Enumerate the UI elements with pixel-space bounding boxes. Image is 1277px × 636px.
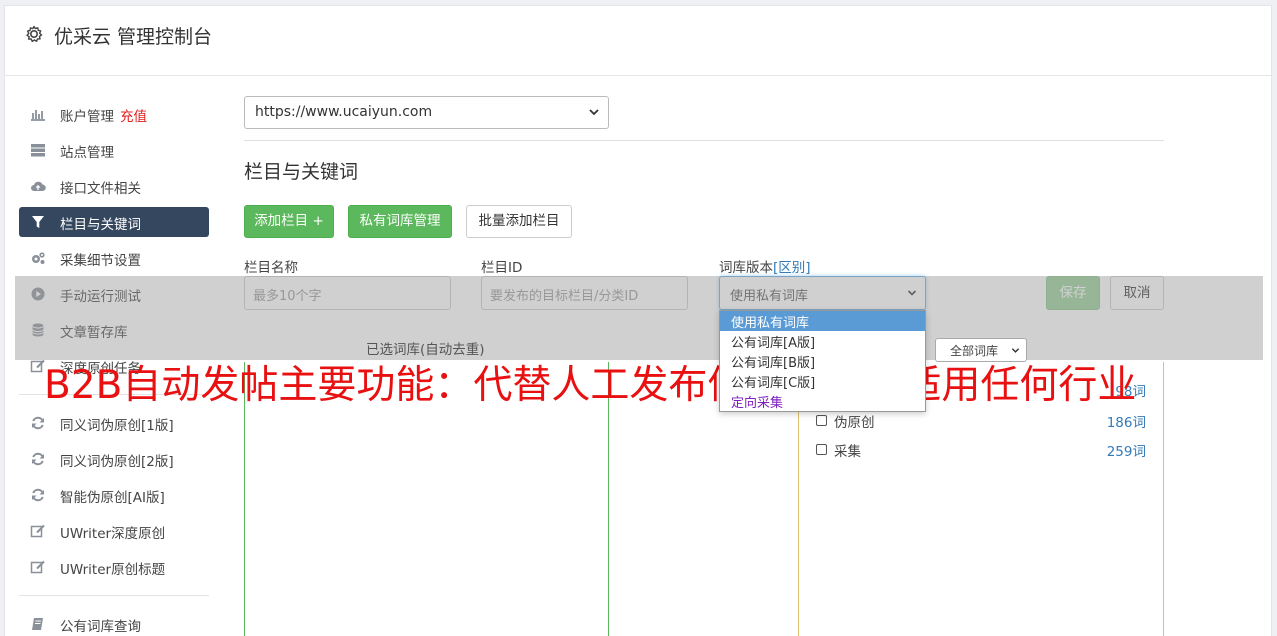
sidebar-item-label: 账户管理 xyxy=(60,109,114,125)
lib-version-label-text: 词库版本 xyxy=(719,260,773,276)
sidebar-item-synonym-v2[interactable]: 同义词伪原创[2版] xyxy=(19,444,209,474)
sidebar-item-label: 同义词伪原创[2版] xyxy=(60,454,174,470)
bar-chart-icon xyxy=(31,110,45,121)
gray-overlay-band xyxy=(15,276,1263,360)
lib-checkbox[interactable] xyxy=(816,415,827,426)
sidebar-item-uwriter-title[interactable]: UWriter原创标题 xyxy=(19,552,209,582)
sidebar-item-columns[interactable]: 栏目与关键词 xyxy=(19,207,209,237)
list-item[interactable]: 采集 259词 xyxy=(816,440,1146,460)
gear-icon xyxy=(26,25,43,43)
sidebar-item-ai-rewrite[interactable]: 智能伪原创[AI版] xyxy=(19,480,209,510)
sidebar-item-account[interactable]: 账户管理 充值 xyxy=(19,99,209,129)
divider xyxy=(244,140,1164,141)
edit-icon xyxy=(30,524,45,538)
sidebar-item-label: UWriter深度原创 xyxy=(60,526,166,542)
add-column-button[interactable]: 添加栏目 + xyxy=(244,205,334,238)
list-item[interactable]: 伪原创 186词 xyxy=(816,411,1146,431)
header: 优采云 管理控制台 xyxy=(5,6,1271,76)
refresh-icon xyxy=(32,416,44,430)
sidebar-item-label: 栏目与关键词 xyxy=(60,217,141,233)
dropdown-option[interactable]: 定向采集 xyxy=(720,391,925,411)
lib-version-label: 词库版本[区别] xyxy=(719,256,811,276)
sidebar-item-label: 公有词库查询 xyxy=(60,619,141,635)
edit-icon xyxy=(30,560,45,574)
sidebar-item-label: 智能伪原创[AI版] xyxy=(60,490,165,506)
sidebar-item-label: 采集细节设置 xyxy=(60,253,141,269)
sidebar-item-public-lib[interactable]: 公有词库查询 xyxy=(19,609,209,636)
dropdown-option[interactable]: 公有词库[A版] xyxy=(720,331,925,351)
dropdown-option[interactable]: 公有词库[C版] xyxy=(720,371,925,391)
dropdown-option[interactable]: 公有词库[B版] xyxy=(720,351,925,371)
column-name-label: 栏目名称 xyxy=(244,260,298,276)
sidebar-item-label: UWriter原创标题 xyxy=(60,562,166,578)
site-select[interactable]: https://www.ucaiyun.com xyxy=(244,96,609,129)
sidebar-item-synonym-v1[interactable]: 同义词伪原创[1版] xyxy=(19,408,209,438)
book-icon xyxy=(32,618,43,630)
dropdown-option[interactable]: 使用私有词库 xyxy=(720,311,925,331)
column-id-label: 栏目ID xyxy=(481,260,523,276)
lib-name: 采集 xyxy=(834,444,861,460)
site-select-value: https://www.ucaiyun.com xyxy=(255,104,433,120)
filter-icon xyxy=(32,216,44,228)
sidebar-item-collect-settings[interactable]: 采集细节设置 xyxy=(19,243,209,273)
cloud-upload-icon xyxy=(31,181,46,191)
section-title: 栏目与关键词 xyxy=(244,161,359,183)
recharge-link[interactable]: 充值 xyxy=(120,109,147,125)
sidebar-item-label: 接口文件相关 xyxy=(60,181,141,197)
promo-banner-text: B2B自动发帖主要功能：代替人工发布信息，站，适用任何行业 xyxy=(44,363,1137,408)
page-title: 优采云 管理控制台 xyxy=(54,26,213,48)
sidebar-item-uwriter-deep[interactable]: UWriter深度原创 xyxy=(19,516,209,546)
cogs-icon xyxy=(32,252,45,264)
sidebar-item-sites[interactable]: 站点管理 xyxy=(19,135,209,165)
lib-count: 186词 xyxy=(1106,415,1146,431)
sidebar-divider xyxy=(19,595,209,596)
server-icon xyxy=(31,144,45,157)
sidebar-item-label: 同义词伪原创[1版] xyxy=(60,418,174,434)
difference-link[interactable]: [区别] xyxy=(773,260,811,276)
lib-version-dropdown: 使用私有词库 公有词库[A版] 公有词库[B版] 公有词库[C版] 定向采集 xyxy=(719,310,926,412)
sidebar-item-label: 站点管理 xyxy=(60,145,114,161)
private-lib-button[interactable]: 私有词库管理 xyxy=(348,205,452,238)
refresh-icon xyxy=(32,488,44,502)
lib-name: 伪原创 xyxy=(834,415,875,431)
refresh-icon xyxy=(32,452,44,466)
batch-add-button[interactable]: 批量添加栏目 xyxy=(466,205,572,238)
lib-checkbox[interactable] xyxy=(816,444,827,455)
sidebar-item-interface[interactable]: 接口文件相关 xyxy=(19,171,209,201)
lib-count: 259词 xyxy=(1106,444,1146,460)
chevron-down-icon xyxy=(589,109,599,116)
